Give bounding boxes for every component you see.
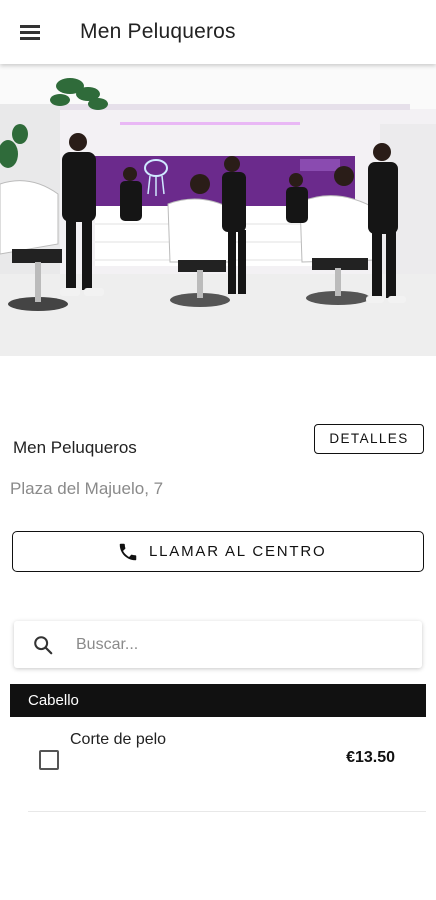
app-title: Men Peluqueros: [80, 20, 236, 43]
service-name: Corte de pelo: [70, 731, 167, 748]
salon-photo: [0, 64, 436, 356]
call-center-label: LLAMAR AL CENTRO: [149, 543, 327, 560]
search-input[interactable]: [76, 631, 406, 658]
service-price: €13.50: [346, 749, 395, 766]
service-checkbox[interactable]: [39, 750, 59, 770]
shop-name: Men Peluqueros: [13, 438, 137, 457]
shop-address: Plaza del Majuelo, 7: [10, 479, 164, 498]
hamburger-menu-icon-bar: [20, 31, 40, 34]
service-row[interactable]: Corte de pelo €13.50: [28, 720, 426, 812]
hamburger-menu-icon: [20, 25, 40, 28]
search-icon: [34, 636, 53, 655]
phone-icon: [119, 543, 137, 561]
details-button[interactable]: DETALLES: [314, 424, 424, 454]
category-header-cabello: Cabello: [10, 684, 426, 717]
call-center-button[interactable]: LLAMAR AL CENTRO: [12, 531, 424, 572]
hamburger-menu-icon-bar: [20, 37, 40, 40]
search-box: [14, 621, 422, 668]
salon-hero-image: [0, 64, 436, 356]
app-bar: Men Peluqueros: [0, 0, 436, 64]
menu-button[interactable]: [14, 18, 48, 46]
